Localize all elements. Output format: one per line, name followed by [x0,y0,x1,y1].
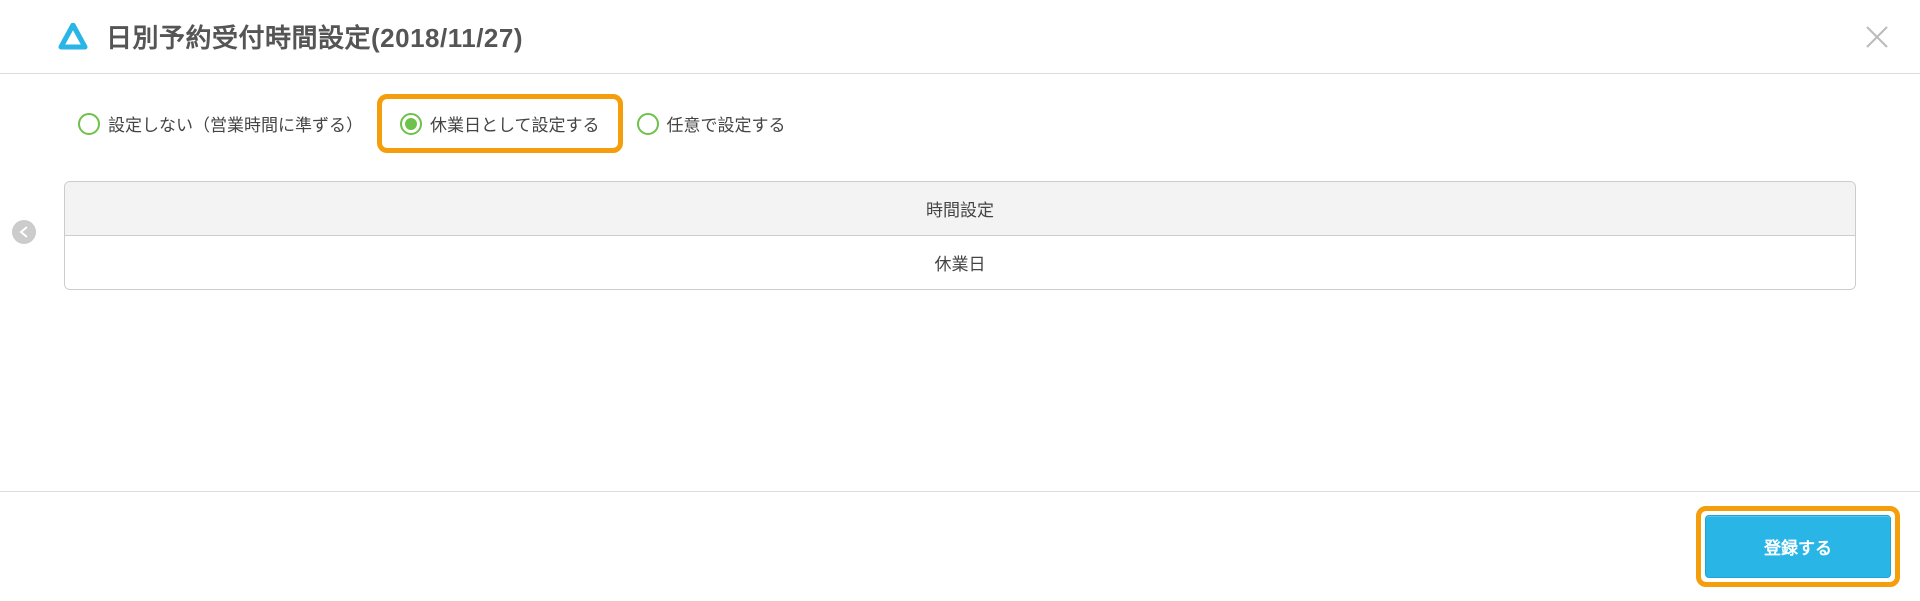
dialog-header: 日別予約受付時間設定(2018/11/27) [0,0,1920,74]
dialog-title: 日別予約受付時間設定(2018/11/27) [106,18,523,55]
time-setting-panel: 時間設定 休業日 [64,181,1856,290]
close-button[interactable] [1862,22,1892,52]
chevron-left-icon [19,226,29,238]
panel-header: 時間設定 [65,182,1855,236]
back-button[interactable] [12,220,36,244]
radio-icon [400,113,422,135]
radio-option-closed-day[interactable]: 休業日として設定する [392,105,608,142]
radio-option-custom[interactable]: 任意で設定する [623,101,800,146]
radio-label: 設定しない（営業時間に準ずる） [108,111,363,136]
radio-option-no-setting[interactable]: 設定しない（営業時間に準ずる） [64,101,377,146]
close-icon [1864,24,1890,50]
radio-label: 任意で設定する [667,111,786,136]
dialog-footer: 登録する [0,491,1920,601]
setting-type-radio-group: 設定しない（営業時間に準ずる） 休業日として設定する 任意で設定する [64,94,1856,153]
logo-icon [58,23,88,51]
submit-button[interactable]: 登録する [1705,515,1891,578]
submit-highlight-frame: 登録する [1696,506,1900,587]
radio-label: 休業日として設定する [430,111,600,136]
panel-body: 休業日 [65,236,1855,289]
dialog-content: 設定しない（営業時間に準ずる） 休業日として設定する 任意で設定する 時間設定 … [0,74,1920,290]
radio-icon [637,113,659,135]
highlighted-option-frame: 休業日として設定する [377,94,623,153]
radio-icon [78,113,100,135]
